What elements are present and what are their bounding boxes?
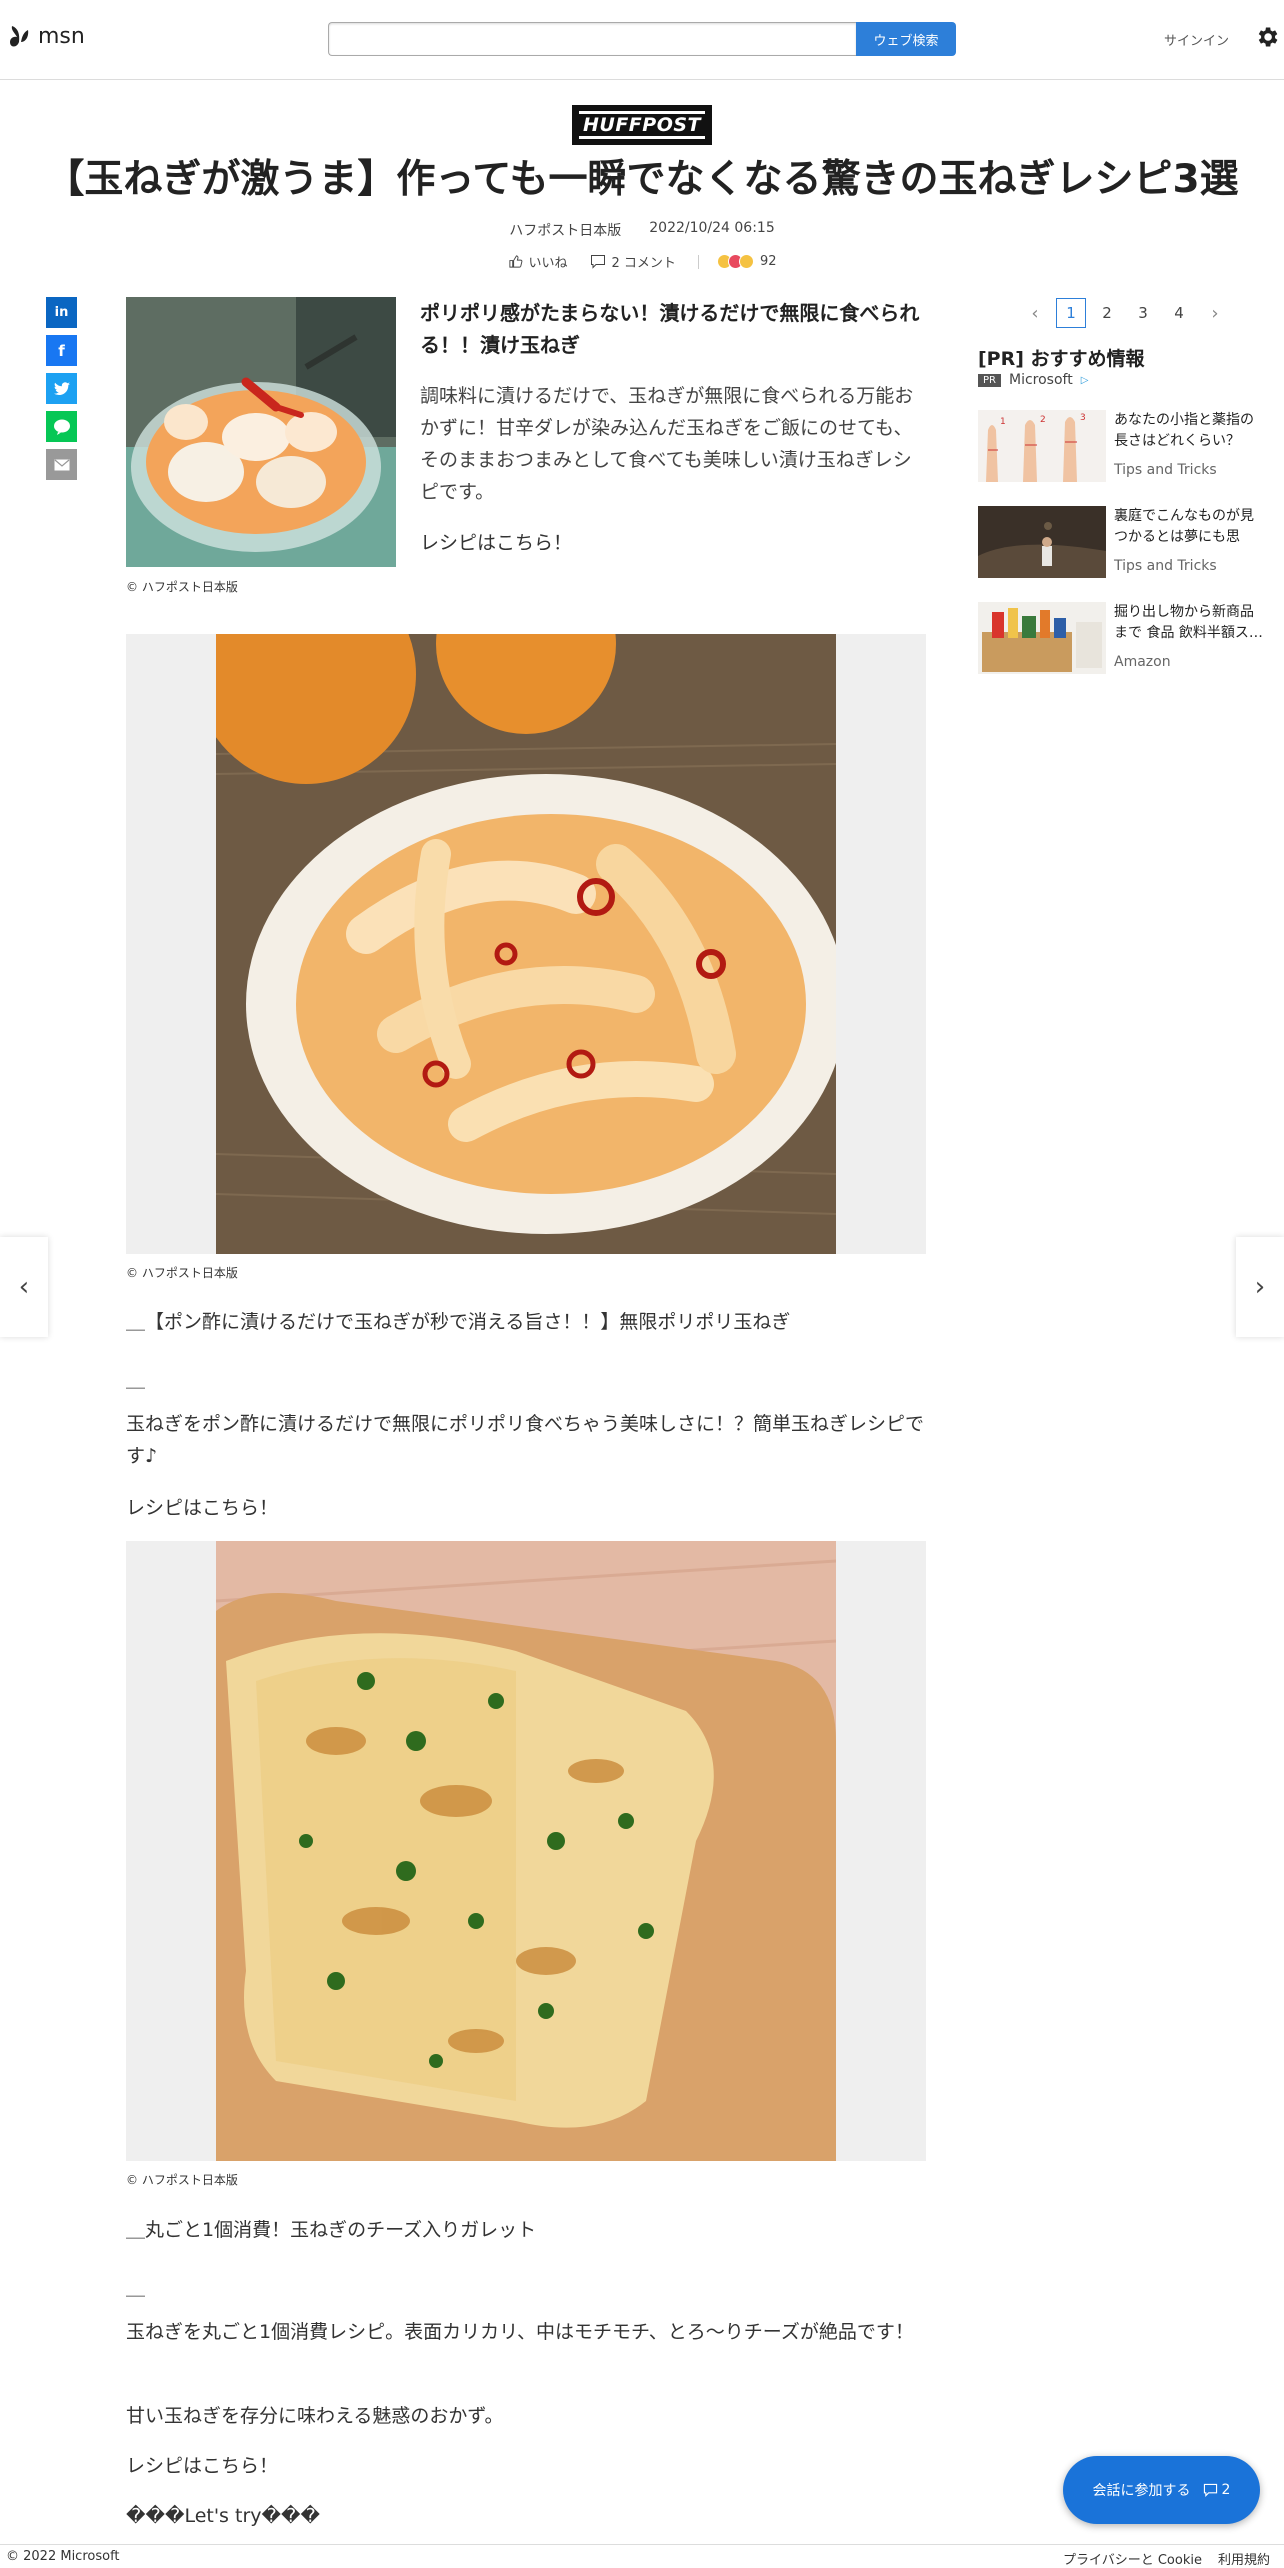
thumbs-up-icon [508, 255, 522, 268]
chevron-left-icon: ‹ [18, 1272, 30, 1302]
galette-photo-frame [126, 1541, 926, 2161]
recommendation-thumbnail: 1 2 3 [978, 410, 1106, 482]
signin-link[interactable]: サインイン [1164, 30, 1229, 49]
article-title: 【玉ねぎが激うま】作っても一瞬でなくなる驚きの玉ねぎレシピ3選 [45, 157, 1239, 202]
pager-page-4[interactable]: 4 [1164, 298, 1194, 328]
terms-link[interactable]: 利用規約 [1218, 2549, 1270, 2568]
section-divider: ＿ [126, 1369, 146, 1391]
onion-cheese-galette-photo [216, 1541, 836, 2161]
recommendation-text: 掘り出し物から新商品まで 食品 飲料半額ス… [1114, 604, 1263, 641]
recommendation-pager: ‹ 1 2 3 4 › [1020, 298, 1230, 328]
logo-text: msn [38, 23, 85, 49]
like-button[interactable]: いいね [508, 252, 568, 271]
onion-ponzu-photo-frame [126, 634, 926, 1254]
recipe-link[interactable]: レシピはこちら！ [420, 528, 572, 555]
like-label: いいね [528, 256, 568, 271]
join-conversation-button[interactable]: 会話に参加する 2 [1063, 2456, 1260, 2524]
recommendation-thumbnail [978, 602, 1106, 674]
article-datetime: 2022/10/24 06:15 [649, 220, 775, 236]
facebook-icon: f [58, 341, 65, 360]
recipe-link[interactable]: レシピはこちら！ [126, 2450, 926, 2482]
pager-prev-icon[interactable]: ‹ [1020, 298, 1050, 328]
line-icon [53, 419, 70, 435]
section-body: 玉ねぎをポン酢に漬けるだけで無限にポリポリ食べちゃう美味しさに！？簡単玉ねぎレシ… [126, 1413, 925, 1467]
twitter-icon [53, 381, 70, 395]
top-bar: msn ウェブ検索 サインイン [0, 0, 1284, 80]
byline: ハフポスト日本版 2022/10/24 06:15 [0, 220, 1284, 240]
intro-heading: ポリポリ感がたまらない！漬けるだけで無限に食べられる！！漬け玉ねぎ [420, 301, 920, 357]
search-input[interactable] [328, 22, 856, 56]
intro-body: 調味料に漬けるだけで、玉ねぎが無限に食べられる万能おかずに！甘辛ダレが染み込んだ… [420, 385, 914, 503]
msn-butterfly-icon [10, 26, 29, 47]
pager-page-1[interactable]: 1 [1056, 298, 1086, 328]
image-caption: © ハフポスト日本版 [126, 580, 238, 594]
footer-links: プライバシーと Cookie 利用規約 [1063, 2549, 1270, 2568]
comment-button[interactable]: 2 コメント [590, 252, 676, 271]
comment-label: 2 コメント [611, 256, 676, 271]
conversation-count-badge: 2 [1203, 2482, 1231, 2498]
next-article-button[interactable]: › [1236, 1237, 1284, 1337]
reaction-count: 92 [759, 254, 777, 269]
pager-page-2[interactable]: 2 [1092, 298, 1122, 328]
gear-icon[interactable] [1254, 24, 1280, 50]
huffpost-logo: HUFFPOST [572, 105, 712, 145]
image-caption: © ハフポスト日本版 [126, 1266, 238, 1280]
image-caption: © ハフポスト日本版 [126, 2173, 238, 2187]
section-tail: ���Let's try��� [126, 2505, 320, 2527]
section-heading: ＿丸ごと1個消費！玉ねぎのチーズ入りガレット [126, 2219, 537, 2241]
marinated-onion-thumbnail [126, 297, 396, 567]
recommendation-item[interactable]: 裏庭でこんなものが見つかるとは夢にも思い… Tips and Tricks [978, 506, 1268, 578]
section-divider: ＿ [126, 2277, 146, 2299]
search-bar: ウェブ検索 [328, 22, 956, 56]
section-body: 玉ねぎを丸ごと1個消費レシピ。表面カリカリ、中はモチモチ、とろ〜りチーズが絶品で… [126, 2321, 914, 2343]
footer: © 2022 Microsoft プライバシーと Cookie 利用規約 [0, 2544, 1284, 2568]
svg-text:1: 1 [1000, 417, 1006, 427]
svg-text:3: 3 [1080, 413, 1086, 423]
share-linkedin-button[interactable]: in [46, 297, 77, 328]
privacy-link[interactable]: プライバシーと Cookie [1063, 2549, 1202, 2568]
recommendation-text: あなたの小指と薬指の長さはどれくらい？こ… [1114, 412, 1254, 449]
email-icon [54, 459, 69, 470]
sponsor-name[interactable]: Microsoft [1009, 372, 1073, 388]
reaction-emoji-icons [716, 254, 754, 269]
reaction-bar: いいね 2 コメント 92 [0, 252, 1284, 271]
article-source[interactable]: ハフポスト日本版 [509, 220, 621, 240]
conversation-count: 2 [1221, 2482, 1231, 2498]
recommendation-item[interactable]: 1 2 3 あなたの小指と薬指の長さはどれくらい？こ… Tips and Trick… [978, 410, 1268, 482]
comment-icon [1203, 2483, 1217, 2497]
comment-icon [590, 255, 605, 269]
share-facebook-button[interactable]: f [46, 335, 77, 366]
share-twitter-button[interactable] [46, 373, 77, 404]
linkedin-icon: in [54, 305, 69, 320]
reaction-summary[interactable]: 92 [716, 254, 777, 269]
msn-logo[interactable]: msn [8, 22, 85, 50]
recommendation-text: 裏庭でこんなものが見つかるとは夢にも思い… [1114, 508, 1254, 545]
ad-choices-icon[interactable]: ▷ [1081, 375, 1089, 386]
sponsor-row: PR Microsoft ▷ [978, 372, 1088, 388]
recommendation-source: Amazon [1114, 654, 1171, 670]
chevron-right-icon: › [1254, 1272, 1266, 1302]
pager-page-3[interactable]: 3 [1128, 298, 1158, 328]
join-conversation-label: 会話に参加する [1092, 2483, 1191, 2499]
recommendation-item[interactable]: 掘り出し物から新商品まで 食品 飲料半額ス… Amazon [978, 602, 1268, 674]
svg-text:2: 2 [1040, 415, 1046, 425]
recommendation-title: [PR] おすすめ情報 [978, 348, 1145, 370]
section-body-2: 甘い玉ねぎを存分に味わえる魅惑のおかず。 [126, 2405, 504, 2427]
web-search-button[interactable]: ウェブ検索 [856, 22, 956, 56]
separator [697, 254, 699, 269]
recommendation-thumbnail [978, 506, 1106, 578]
share-line-button[interactable] [46, 411, 77, 442]
pager-next-icon[interactable]: › [1200, 298, 1230, 328]
section-heading: ＿【ポン酢に漬けるだけで玉ねぎが秒で消える旨さ！！】無限ポリポリ玉ねぎ [126, 1311, 791, 1333]
onion-ponzu-photo [216, 634, 836, 1254]
brand-text: HUFFPOST [578, 111, 705, 139]
pr-badge: PR [978, 373, 1001, 387]
share-email-button[interactable] [46, 449, 77, 480]
recommendation-source: Tips and Tricks [1114, 558, 1217, 574]
previous-article-button[interactable]: ‹ [0, 1237, 48, 1337]
copyright: © 2022 Microsoft [6, 2549, 120, 2564]
recommendation-source: Tips and Tricks [1114, 462, 1217, 478]
recipe-link[interactable]: レシピはこちら！ [126, 1492, 926, 1524]
